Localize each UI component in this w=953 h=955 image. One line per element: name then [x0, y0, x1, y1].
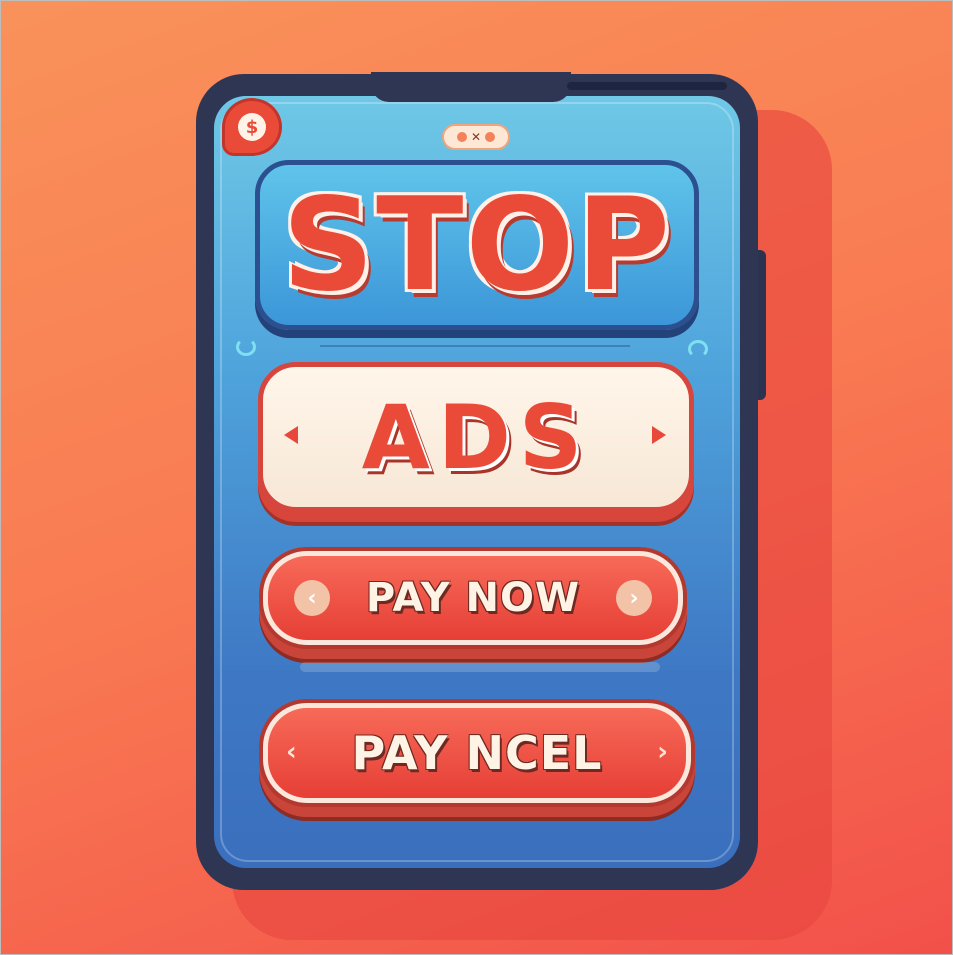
phone-notch — [371, 72, 727, 102]
coin-badge[interactable]: $ — [222, 98, 282, 156]
divider-strip — [300, 662, 660, 672]
divider — [320, 345, 630, 347]
pay-now-button[interactable]: ‹ PAY NOW › — [263, 551, 683, 645]
pill-close-icon: ✕ — [470, 130, 482, 144]
status-pill: ✕ — [442, 124, 510, 150]
pill-dot-icon — [485, 132, 496, 142]
pay-ncel-button[interactable]: ‹ PAY NCEL › — [263, 703, 691, 803]
squiggle-left-icon — [236, 338, 256, 356]
triangle-right-icon — [652, 426, 666, 444]
stop-title: STOP — [281, 170, 673, 320]
speaker-bar — [567, 82, 727, 90]
pill-dot-icon — [456, 132, 467, 142]
ads-title: ADS — [361, 385, 591, 489]
pay-ncel-label: PAY NCEL — [351, 726, 603, 780]
dollar-coin-icon: $ — [238, 113, 266, 141]
chevron-right-icon: › — [657, 737, 668, 767]
triangle-left-icon — [284, 426, 298, 444]
squiggle-right-icon — [688, 340, 708, 358]
chevron-right-icon: › — [616, 580, 652, 616]
